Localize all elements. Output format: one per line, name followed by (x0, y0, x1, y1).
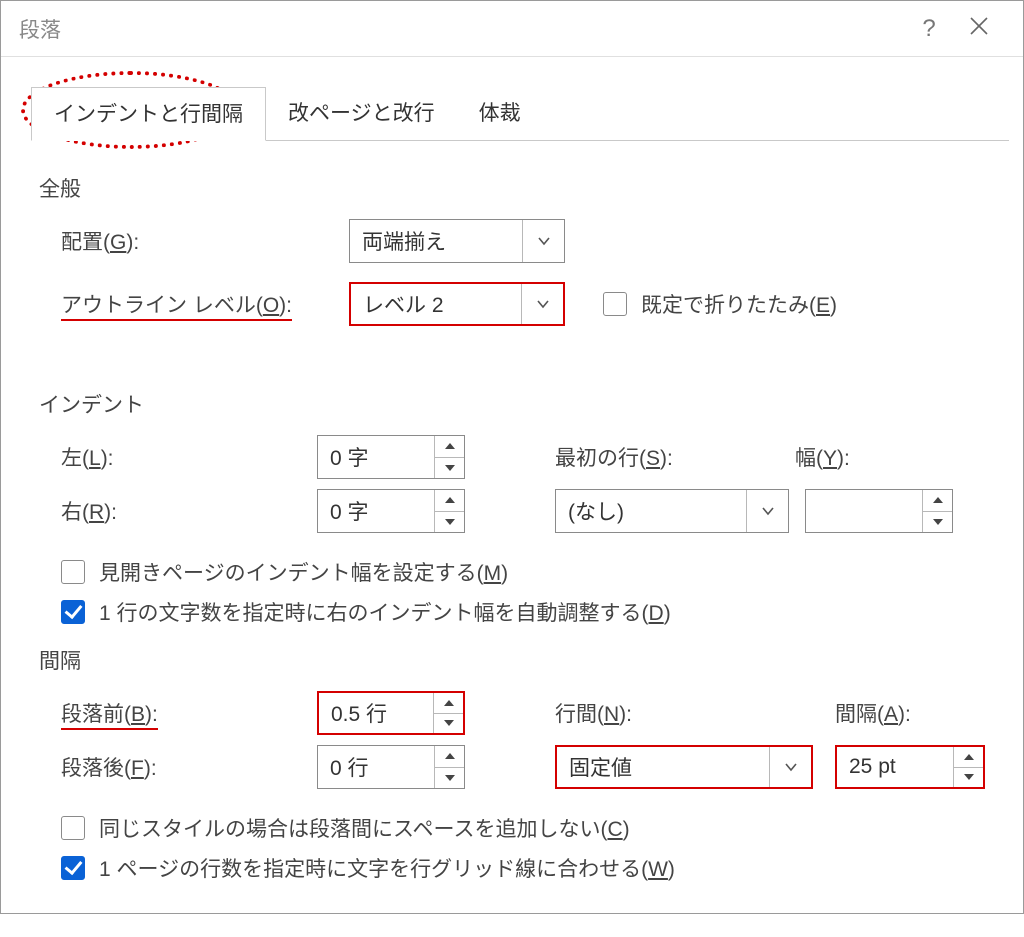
dialog-title: 段落 (19, 14, 61, 44)
outline-value: レベル 2 (351, 289, 521, 319)
section-indent: インデント (39, 389, 993, 419)
alignment-dropdown[interactable]: 両端揃え (349, 219, 565, 263)
spin-up[interactable] (435, 490, 464, 512)
after-spacing-value: 0 行 (318, 746, 434, 788)
triangle-down-icon (445, 775, 455, 781)
width-spinner[interactable] (805, 489, 953, 533)
triangle-up-icon (445, 443, 455, 449)
at-value: 25 pt (837, 747, 953, 787)
first-line-chevron[interactable] (746, 490, 788, 532)
chevron-down-icon (537, 234, 551, 248)
left-indent-value: 0 字 (318, 436, 434, 478)
alignment-value: 両端揃え (350, 226, 522, 256)
line-spacing-chevron[interactable] (769, 747, 811, 787)
alignment-chevron[interactable] (522, 220, 564, 262)
left-indent-spinner[interactable]: 0 字 (317, 435, 465, 479)
width-label: 幅(Y): (795, 442, 850, 472)
spin-up[interactable] (435, 436, 464, 458)
spin-down[interactable] (434, 714, 463, 734)
outline-chevron[interactable] (521, 284, 563, 324)
triangle-down-icon (964, 774, 974, 780)
same-style-label: 同じスタイルの場合は段落間にスペースを追加しない(C) (99, 813, 630, 843)
at-spinner[interactable]: 25 pt (835, 745, 985, 789)
collapse-label: 既定で折りたたみ(E) (641, 289, 837, 319)
mirror-indent-label: 見開きページのインデント幅を設定する(M) (99, 557, 508, 587)
triangle-up-icon (445, 497, 455, 503)
at-label: 間隔(A): (835, 698, 911, 728)
before-spacing-spinner[interactable]: 0.5 行 (317, 691, 465, 735)
spin-down[interactable] (435, 768, 464, 789)
spin-up[interactable] (435, 746, 464, 768)
triangle-up-icon (964, 754, 974, 760)
right-indent-spinner[interactable]: 0 字 (317, 489, 465, 533)
after-spacing-label: 段落後(F): (61, 752, 317, 782)
chevron-down-icon (784, 760, 798, 774)
titlebar: 段落 ? (1, 1, 1023, 57)
tab-strip: インデントと行間隔 改ページと改行 体裁 (31, 87, 1023, 141)
first-line-dropdown[interactable]: (なし) (555, 489, 789, 533)
left-indent-label: 左(L): (61, 442, 317, 472)
mirror-indent-checkbox[interactable] (61, 560, 85, 584)
triangle-down-icon (933, 519, 943, 525)
same-style-checkbox[interactable] (61, 816, 85, 840)
triangle-down-icon (445, 519, 455, 525)
line-spacing-label: 行間(N): (555, 698, 835, 728)
right-indent-label: 右(R): (61, 496, 317, 526)
auto-adjust-label: 1 行の文字数を指定時に右のインデント幅を自動調整する(D) (99, 597, 671, 627)
spin-down[interactable] (435, 458, 464, 479)
first-line-label: 最初の行(S): (555, 442, 795, 472)
spin-down[interactable] (923, 512, 952, 533)
spin-up[interactable] (923, 490, 952, 512)
width-value (806, 490, 922, 532)
before-spacing-label: 段落前(B): (61, 698, 317, 728)
line-spacing-value: 固定値 (557, 752, 769, 782)
collapse-checkbox[interactable] (603, 292, 627, 316)
spin-up[interactable] (954, 747, 983, 768)
spin-down[interactable] (954, 768, 983, 788)
first-line-value: (なし) (556, 496, 746, 526)
triangle-up-icon (933, 497, 943, 503)
section-general: 全般 (39, 173, 993, 203)
tab-indent-spacing[interactable]: インデントと行間隔 (31, 87, 266, 141)
spin-up[interactable] (434, 693, 463, 714)
auto-adjust-checkbox[interactable] (61, 600, 85, 624)
outline-dropdown[interactable]: レベル 2 (349, 282, 565, 326)
paragraph-dialog: 段落 ? インデントと行間隔 改ページと改行 体裁 全般 配置(G): 両端揃え (0, 0, 1024, 914)
alignment-label: 配置(G): (61, 226, 341, 256)
close-button[interactable] (949, 15, 1009, 43)
line-spacing-dropdown[interactable]: 固定値 (555, 745, 813, 789)
triangle-down-icon (444, 720, 454, 726)
tab-page-break[interactable]: 改ページと改行 (266, 87, 457, 141)
spin-down[interactable] (435, 512, 464, 533)
outline-label: アウトライン レベル(O): (61, 289, 341, 319)
triangle-up-icon (445, 753, 455, 759)
help-button[interactable]: ? (909, 15, 949, 43)
close-icon (968, 15, 990, 37)
section-spacing: 間隔 (39, 645, 993, 675)
right-indent-value: 0 字 (318, 490, 434, 532)
chevron-down-icon (761, 504, 775, 518)
snap-grid-checkbox[interactable] (61, 856, 85, 880)
before-spacing-value: 0.5 行 (319, 693, 433, 733)
tab-style[interactable]: 体裁 (457, 87, 543, 141)
triangle-up-icon (444, 700, 454, 706)
after-spacing-spinner[interactable]: 0 行 (317, 745, 465, 789)
chevron-down-icon (536, 297, 550, 311)
snap-grid-label: 1 ページの行数を指定時に文字を行グリッド線に合わせる(W) (99, 853, 675, 883)
triangle-down-icon (445, 465, 455, 471)
